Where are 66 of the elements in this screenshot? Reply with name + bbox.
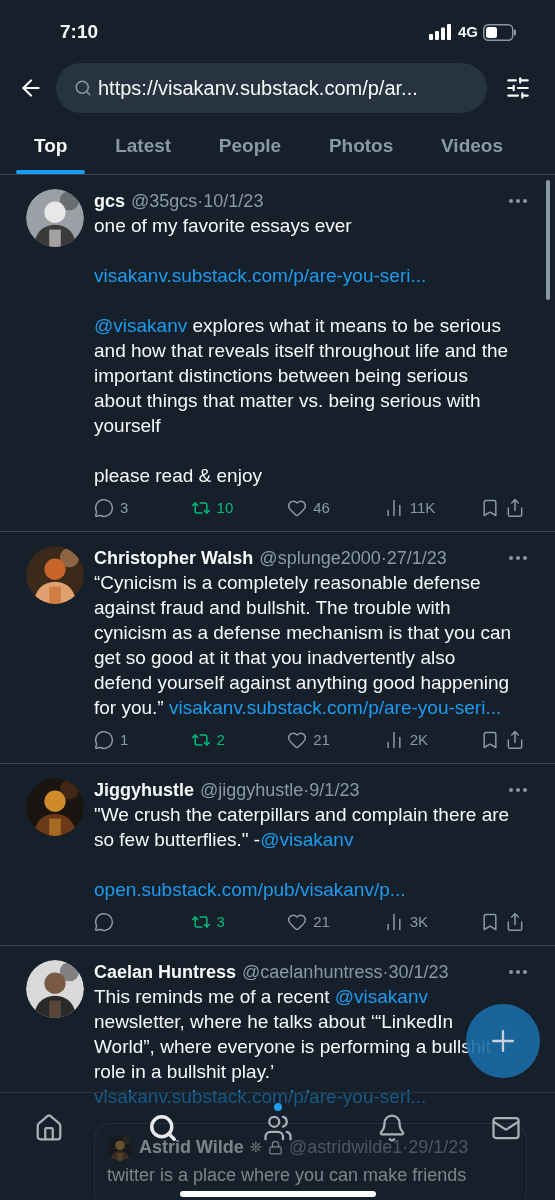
repost-button[interactable]: 2 bbox=[190, 728, 283, 752]
badge-symbol: ❊ bbox=[249, 1138, 262, 1157]
clock: 7:10 bbox=[60, 19, 99, 44]
author-handle: @35gcs bbox=[131, 189, 198, 213]
author-handle: @jiggyhustle bbox=[200, 778, 304, 802]
search-icon bbox=[74, 79, 92, 97]
more-icon bbox=[509, 199, 527, 203]
filter-icon bbox=[505, 75, 531, 101]
author-name[interactable]: Jiggyhustle bbox=[94, 776, 195, 804]
author-name[interactable]: Caelan Huntress bbox=[94, 958, 237, 986]
post-date: ·10/1/23 bbox=[197, 189, 264, 213]
link[interactable]: open.substack.com/pub/visakanv/p... bbox=[94, 879, 406, 900]
author-name[interactable]: gcs bbox=[94, 187, 126, 215]
more-button[interactable] bbox=[509, 556, 527, 560]
more-icon bbox=[509, 788, 527, 792]
author-handle: @caelanhuntress bbox=[242, 960, 383, 984]
post-date: ·30/1/23 bbox=[382, 960, 449, 984]
views-button[interactable]: 2K bbox=[383, 728, 476, 752]
tweet-text: please read & enjoy bbox=[94, 464, 263, 488]
tweet-text: "We crush the caterpillars and complain there are so few butterflies." -@visakanv bbox=[94, 803, 511, 852]
reply-icon bbox=[94, 730, 114, 750]
views-button[interactable]: 11K bbox=[383, 496, 476, 520]
home-icon bbox=[34, 1113, 64, 1143]
heart-icon bbox=[287, 498, 308, 518]
tab[interactable]: Latest bbox=[97, 118, 190, 174]
reply-button[interactable]: 3 bbox=[94, 496, 186, 520]
reply-button[interactable]: 1 bbox=[94, 728, 186, 752]
signal-icon bbox=[429, 24, 453, 40]
link[interactable]: visakanv.substack.com/p/are-you-seri... bbox=[169, 697, 502, 718]
reply-icon bbox=[94, 912, 114, 932]
mention-link[interactable]: @visakanv bbox=[334, 986, 428, 1007]
more-button[interactable] bbox=[509, 199, 527, 203]
heart-icon bbox=[287, 912, 308, 932]
more-button[interactable] bbox=[509, 970, 527, 974]
mention-link[interactable]: @visakanv bbox=[260, 829, 354, 850]
like-button[interactable]: 21 bbox=[287, 728, 380, 752]
more-button[interactable] bbox=[509, 788, 527, 792]
heart-icon bbox=[287, 730, 308, 750]
search-field[interactable]: https://visakanv.substack.com/p/ar... bbox=[56, 63, 487, 113]
reply-icon bbox=[94, 498, 114, 518]
repost-button[interactable]: 3 bbox=[190, 910, 283, 934]
tab[interactable]: Videos bbox=[423, 118, 521, 174]
post-date: ·27/1/23 bbox=[380, 546, 447, 570]
nav-tab[interactable] bbox=[34, 1113, 64, 1143]
more-icon bbox=[509, 556, 527, 560]
repost-button[interactable]: 10 bbox=[190, 496, 283, 520]
tweet-text: one of my favorite essays ever bbox=[94, 214, 353, 238]
author-handle: @splunge2000 bbox=[259, 546, 381, 570]
views-button[interactable]: 3K bbox=[383, 910, 476, 934]
tweet-text: @visakanv explores what it means to be serious and how that reveals itself throughout life and the important distinctions between being serious about things that matter vs. being serious with yourself bbox=[94, 314, 510, 438]
post-date: ·9/1/23 bbox=[303, 778, 360, 802]
battery-icon bbox=[483, 23, 517, 41]
quoted-text: twitter is a place where you can make friends bbox=[107, 1164, 468, 1187]
tab[interactable]: Top bbox=[16, 118, 86, 174]
more-icon bbox=[509, 970, 527, 974]
author-name: Astrid Wilde bbox=[139, 1136, 244, 1159]
tab[interactable]: Photos bbox=[310, 118, 412, 174]
tweet-text: “Cynicism is a completely reasonable defense against fraud and bullshit. The trouble with cynicism as a defense mechanism is that you can get so good at it that you inadvertently also defend yourself against anything good happening for you.” visakanv.substack.com/p/are-you-seri... bbox=[94, 571, 513, 720]
like-button[interactable]: 46 bbox=[287, 496, 380, 520]
tab[interactable]: People bbox=[200, 118, 300, 174]
mention-link[interactable]: @visakanv bbox=[94, 315, 188, 336]
author-name[interactable]: Christopher Walsh bbox=[94, 544, 254, 572]
network-type: 4G bbox=[458, 21, 478, 42]
filter-button[interactable] bbox=[505, 75, 531, 101]
like-button[interactable]: 21 bbox=[287, 910, 380, 934]
link[interactable]: visakanv.substack.com/p/are-you-seri... bbox=[94, 265, 427, 286]
